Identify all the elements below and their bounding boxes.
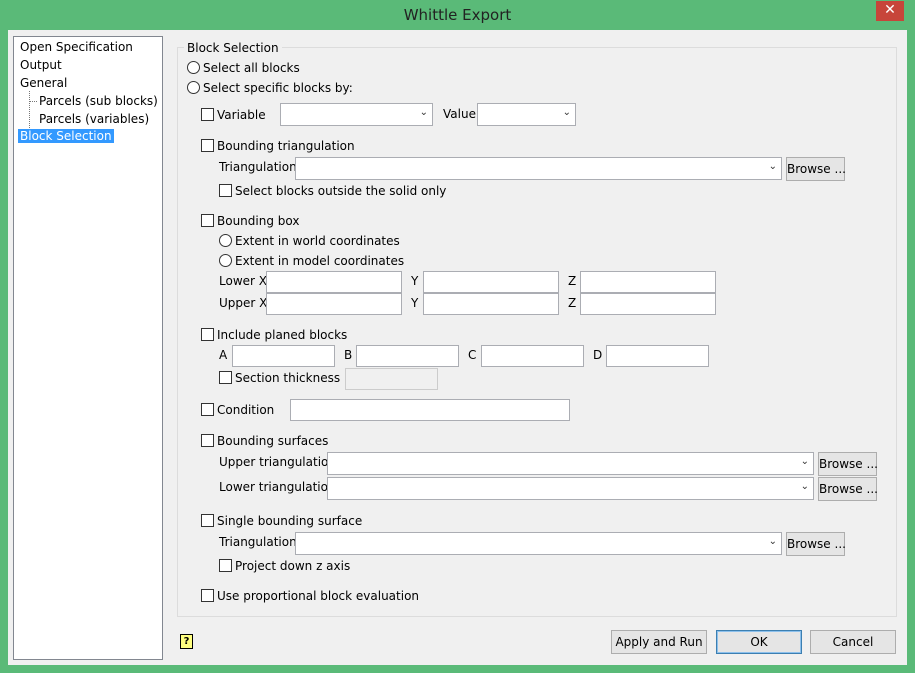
navigation-tree[interactable]: Open Specification Output General Parcel… [13,36,163,660]
lower-z-label: Z [568,274,577,288]
proportional-checkbox[interactable] [201,589,214,602]
value-dropdown[interactable]: ⌄ [477,103,576,126]
variable-label: Variable [217,108,266,122]
group-title: Block Selection [184,41,282,55]
tree-item-block-selection[interactable]: Block Selection [18,129,114,143]
lower-y-input[interactable] [423,271,559,293]
lower-x-input[interactable] [266,271,402,293]
planed-blocks-label: Include planed blocks [217,328,348,342]
d-label: D [593,348,603,362]
model-coordinates-label: Extent in model coordinates [235,254,405,268]
select-all-label: Select all blocks [203,61,300,75]
project-down-label: Project down z axis [235,559,351,573]
bounding-box-label: Bounding box [217,214,300,228]
condition-checkbox[interactable] [201,403,214,416]
bounding-surfaces-checkbox[interactable] [201,434,214,447]
lower-browse-button[interactable]: Browse ... [818,477,878,501]
select-specific-label: Select specific blocks by: [203,81,353,95]
bounding-surfaces-label: Bounding surfaces [217,434,329,448]
close-button[interactable]: ✕ [876,1,904,21]
tree-item-parcels-sub-blocks[interactable]: Parcels (sub blocks) [39,94,158,108]
project-down-checkbox[interactable] [219,559,232,572]
upper-triangulation-dropdown[interactable]: ⌄ [327,452,814,475]
d-input[interactable] [606,345,709,367]
upper-z-input[interactable] [580,293,716,315]
upper-y-input[interactable] [423,293,559,315]
single-surface-label: Single bounding surface [217,514,363,528]
tree-item-general[interactable]: General [20,76,67,90]
a-label: A [219,348,228,362]
upper-y-label: Y [411,296,419,310]
chevron-down-icon: ⌄ [800,481,809,492]
select-specific-radio[interactable] [187,81,200,94]
lower-x-label: Lower X [219,274,267,288]
browse-button[interactable]: Browse ... [786,157,846,181]
planed-blocks-checkbox[interactable] [201,328,214,341]
value-label: Value [443,107,476,121]
c-label: C [468,348,477,362]
upper-triangulation-label: Upper triangulation [219,455,336,469]
cancel-button[interactable]: Cancel [810,630,896,654]
bounding-triangulation-checkbox[interactable] [201,139,214,152]
section-thickness-label: Section thickness [235,371,341,385]
lower-y-label: Y [411,274,419,288]
tree-item-open-specification[interactable]: Open Specification [20,40,133,54]
tree-item-output[interactable]: Output [20,58,62,72]
condition-label: Condition [217,403,275,417]
apply-and-run-button[interactable]: Apply and Run [611,630,707,654]
lower-triangulation-label: Lower triangulation [219,480,336,494]
world-coordinates-radio[interactable] [219,234,232,247]
triangulation-dropdown[interactable]: ⌄ [295,157,782,180]
upper-x-input[interactable] [266,293,402,315]
triangulation-label: Triangulation [219,160,297,174]
single-triangulation-label: Triangulation [219,535,297,549]
b-input[interactable] [356,345,459,367]
chevron-down-icon: ⌄ [419,107,428,118]
outside-solid-label: Select blocks outside the solid only [235,184,447,198]
model-coordinates-radio[interactable] [219,254,232,267]
lower-z-input[interactable] [580,271,716,293]
help-icon[interactable]: ? [180,634,193,649]
bounding-box-checkbox[interactable] [201,214,214,227]
chevron-down-icon: ⌄ [562,107,571,118]
bounding-triangulation-label: Bounding triangulation [217,139,355,153]
world-coordinates-label: Extent in world coordinates [235,234,400,248]
single-browse-button[interactable]: Browse ... [786,532,846,556]
tree-connector [29,91,37,102]
ok-button[interactable]: OK [716,630,802,654]
a-input[interactable] [232,345,335,367]
variable-dropdown[interactable]: ⌄ [280,103,433,126]
lower-triangulation-dropdown[interactable]: ⌄ [327,477,814,500]
condition-input[interactable] [290,399,570,421]
single-triangulation-dropdown[interactable]: ⌄ [295,532,782,555]
single-surface-checkbox[interactable] [201,514,214,527]
chevron-down-icon: ⌄ [768,161,777,172]
upper-z-label: Z [568,296,577,310]
variable-checkbox[interactable] [201,108,214,121]
proportional-label: Use proportional block evaluation [217,589,420,603]
section-thickness-input[interactable] [345,368,438,390]
upper-x-label: Upper X [219,296,268,310]
select-all-radio[interactable] [187,61,200,74]
b-label: B [344,348,353,362]
window-title: Whittle Export [403,6,512,24]
c-input[interactable] [481,345,584,367]
outside-solid-checkbox[interactable] [219,184,232,197]
tree-item-parcels-variables[interactable]: Parcels (variables) [39,112,149,126]
chevron-down-icon: ⌄ [768,536,777,547]
chevron-down-icon: ⌄ [800,456,809,467]
upper-browse-button[interactable]: Browse ... [818,452,878,476]
section-thickness-checkbox[interactable] [219,371,232,384]
